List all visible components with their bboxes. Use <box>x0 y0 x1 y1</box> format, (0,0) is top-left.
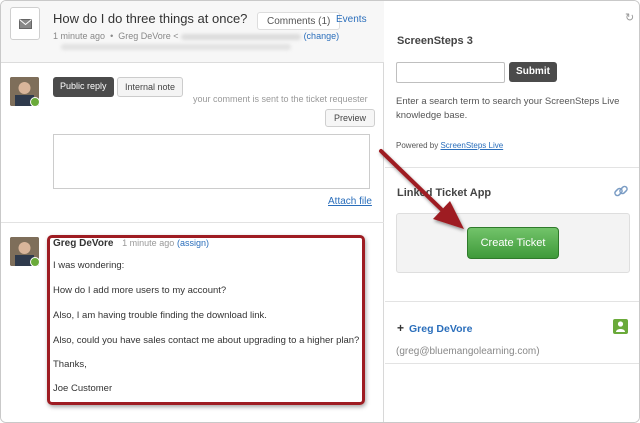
preview-button[interactable]: Preview <box>325 109 376 127</box>
ticket-subject: How do I do three things at once? <box>53 11 248 26</box>
avatar <box>10 77 39 106</box>
search-description: Enter a search term to search your Scree… <box>396 96 620 121</box>
ticket-pane: How do I do three things at once? Commen… <box>1 1 384 422</box>
powered-by-label: Powered by <box>396 141 441 150</box>
divider <box>385 363 639 364</box>
envelope-icon <box>10 7 40 40</box>
user-status-icon <box>30 97 39 106</box>
redacted-email <box>181 33 302 40</box>
divider <box>1 222 384 223</box>
divider <box>385 301 639 302</box>
create-ticket-button[interactable]: Create Ticket <box>467 227 559 259</box>
requester-note: your comment is sent to the ticket reque… <box>193 94 368 104</box>
tab-events[interactable]: Events <box>336 14 367 25</box>
user-icon <box>613 319 628 334</box>
public-reply-tab[interactable]: Public reply <box>53 77 114 97</box>
requester-email: (greg@bluemangolearning.com) <box>396 346 540 357</box>
redacted-line <box>61 44 291 50</box>
powered-by: Powered by ScreenSteps Live <box>396 141 503 150</box>
attach-file-link[interactable]: Attach file <box>328 196 372 207</box>
screensteps-title: ScreenSteps 3 <box>397 35 473 47</box>
requester-name[interactable]: Greg DeVore <box>409 323 472 335</box>
meta-separator: • <box>110 31 114 41</box>
expand-plus-icon[interactable]: + <box>397 321 404 335</box>
internal-note-tab[interactable]: Internal note <box>117 77 184 97</box>
linked-ticket-title: Linked Ticket App <box>397 187 492 199</box>
search-input[interactable] <box>396 62 505 83</box>
comment-highlight-box <box>47 235 365 405</box>
comment-textarea[interactable] <box>53 134 370 189</box>
chain-link-icon <box>613 183 629 202</box>
user-status-icon <box>30 257 39 266</box>
avatar <box>10 237 39 266</box>
screensteps-live-link[interactable]: ScreenSteps Live <box>440 141 503 150</box>
change-link[interactable]: (change) <box>304 31 340 41</box>
ticket-header: How do I do three things at once? Commen… <box>1 1 384 63</box>
ticket-meta: 1 minute ago • Greg DeVore < (change) <box>53 31 339 41</box>
app-frame: How do I do three things at once? Commen… <box>0 0 640 423</box>
submit-button[interactable]: Submit <box>509 62 557 82</box>
ticket-author: Greg DeVore < <box>118 31 179 41</box>
refresh-icon[interactable]: ↻ <box>625 11 634 24</box>
ticket-time: 1 minute ago <box>53 31 106 41</box>
tab-comments[interactable]: Comments (1) <box>257 12 341 30</box>
divider <box>385 167 639 168</box>
